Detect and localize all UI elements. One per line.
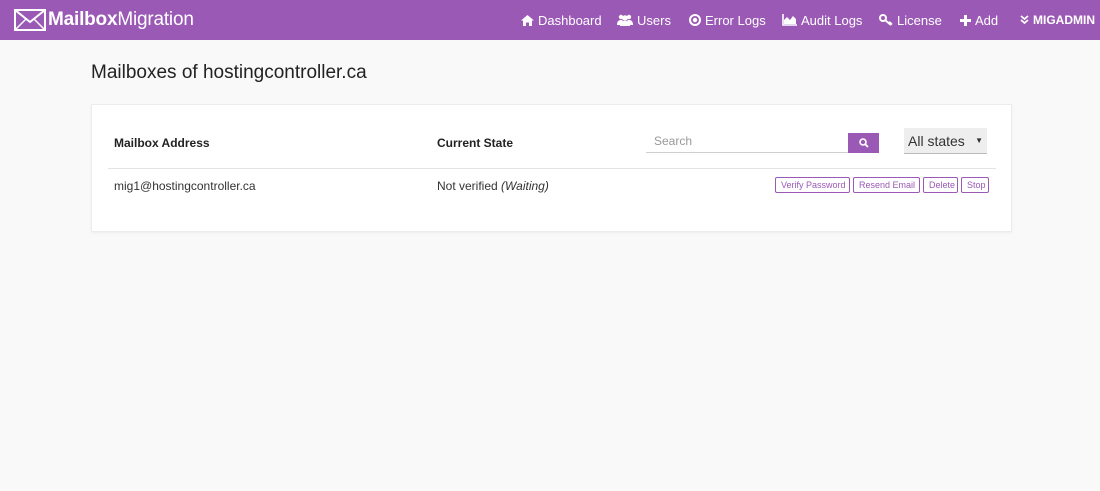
search-icon [858, 138, 869, 148]
column-header-current-state: Current State [437, 136, 514, 150]
brand-name-part2: Migration [117, 9, 194, 30]
nav-audit-logs-label: Audit Logs [801, 12, 863, 28]
area-chart-icon [782, 14, 797, 26]
state-filter-value: All states [908, 133, 965, 149]
users-icon [617, 14, 633, 26]
state-filter-select[interactable]: All states ▼ [904, 128, 987, 154]
resend-email-button[interactable]: Resend Email [853, 177, 920, 193]
header-divider [108, 168, 996, 169]
nav-users-label: Users [637, 12, 671, 28]
search-input[interactable] [646, 129, 849, 153]
mailbox-state-text: Not verified [437, 179, 498, 193]
nav-license[interactable]: License [879, 0, 942, 40]
envelope-icon [14, 9, 46, 31]
brand-name-part1: Mailbox [48, 9, 118, 30]
delete-button[interactable]: Delete [923, 177, 958, 193]
verify-password-button[interactable]: Verify Password [775, 177, 850, 193]
column-header-mailbox-address: Mailbox Address [114, 136, 210, 150]
dropdown-arrow-icon: ▼ [975, 136, 983, 145]
nav-users[interactable]: Users [617, 0, 671, 40]
home-icon [521, 14, 534, 26]
error-log-icon [689, 14, 701, 26]
nav-user-menu-label: MIGADMIN [1033, 13, 1095, 27]
top-navbar: Mailbox Migration Dashboard Users Error L… [0, 0, 1100, 40]
stop-button[interactable]: Stop [961, 177, 989, 193]
nav-dashboard[interactable]: Dashboard [521, 0, 602, 40]
nav-dashboard-label: Dashboard [538, 12, 602, 28]
plus-icon [960, 14, 971, 26]
mailbox-substate: (Waiting) [501, 179, 549, 193]
nav-error-logs[interactable]: Error Logs [689, 0, 766, 40]
mailbox-address: mig1@hostingcontroller.ca [114, 179, 256, 193]
double-chevron-down-icon [1020, 15, 1029, 25]
nav-user-menu[interactable]: MIGADMIN [1020, 0, 1095, 40]
nav-add[interactable]: Add [960, 0, 998, 40]
search-button[interactable] [848, 133, 879, 153]
nav-license-label: License [897, 12, 942, 28]
page-title: Mailboxes of hostingcontroller.ca [91, 62, 367, 83]
mailbox-table-card: Mailbox Address Current State All states… [91, 104, 1012, 232]
key-icon [879, 14, 893, 26]
mailbox-state: Not verified (Waiting) [437, 179, 549, 193]
nav-audit-logs[interactable]: Audit Logs [782, 0, 862, 40]
brand-logo[interactable]: Mailbox Migration [14, 7, 194, 33]
nav-add-label: Add [975, 12, 999, 28]
nav-error-logs-label: Error Logs [705, 12, 766, 28]
